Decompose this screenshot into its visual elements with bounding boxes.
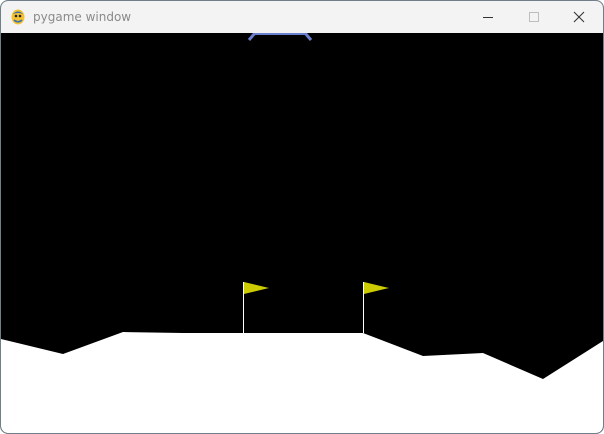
minimize-icon [483,17,493,18]
close-icon [573,11,585,23]
game-canvas[interactable] [1,33,603,433]
close-button[interactable] [557,1,603,33]
title-bar[interactable]: pygame window [1,1,603,33]
window-title: pygame window [33,10,132,24]
maximize-icon [529,12,539,22]
pygame-snake-icon [10,8,26,26]
pygame-window: pygame window [0,0,604,434]
minimize-button[interactable] [465,1,511,33]
lander-body [255,33,305,35]
maximize-button[interactable] [511,1,557,33]
